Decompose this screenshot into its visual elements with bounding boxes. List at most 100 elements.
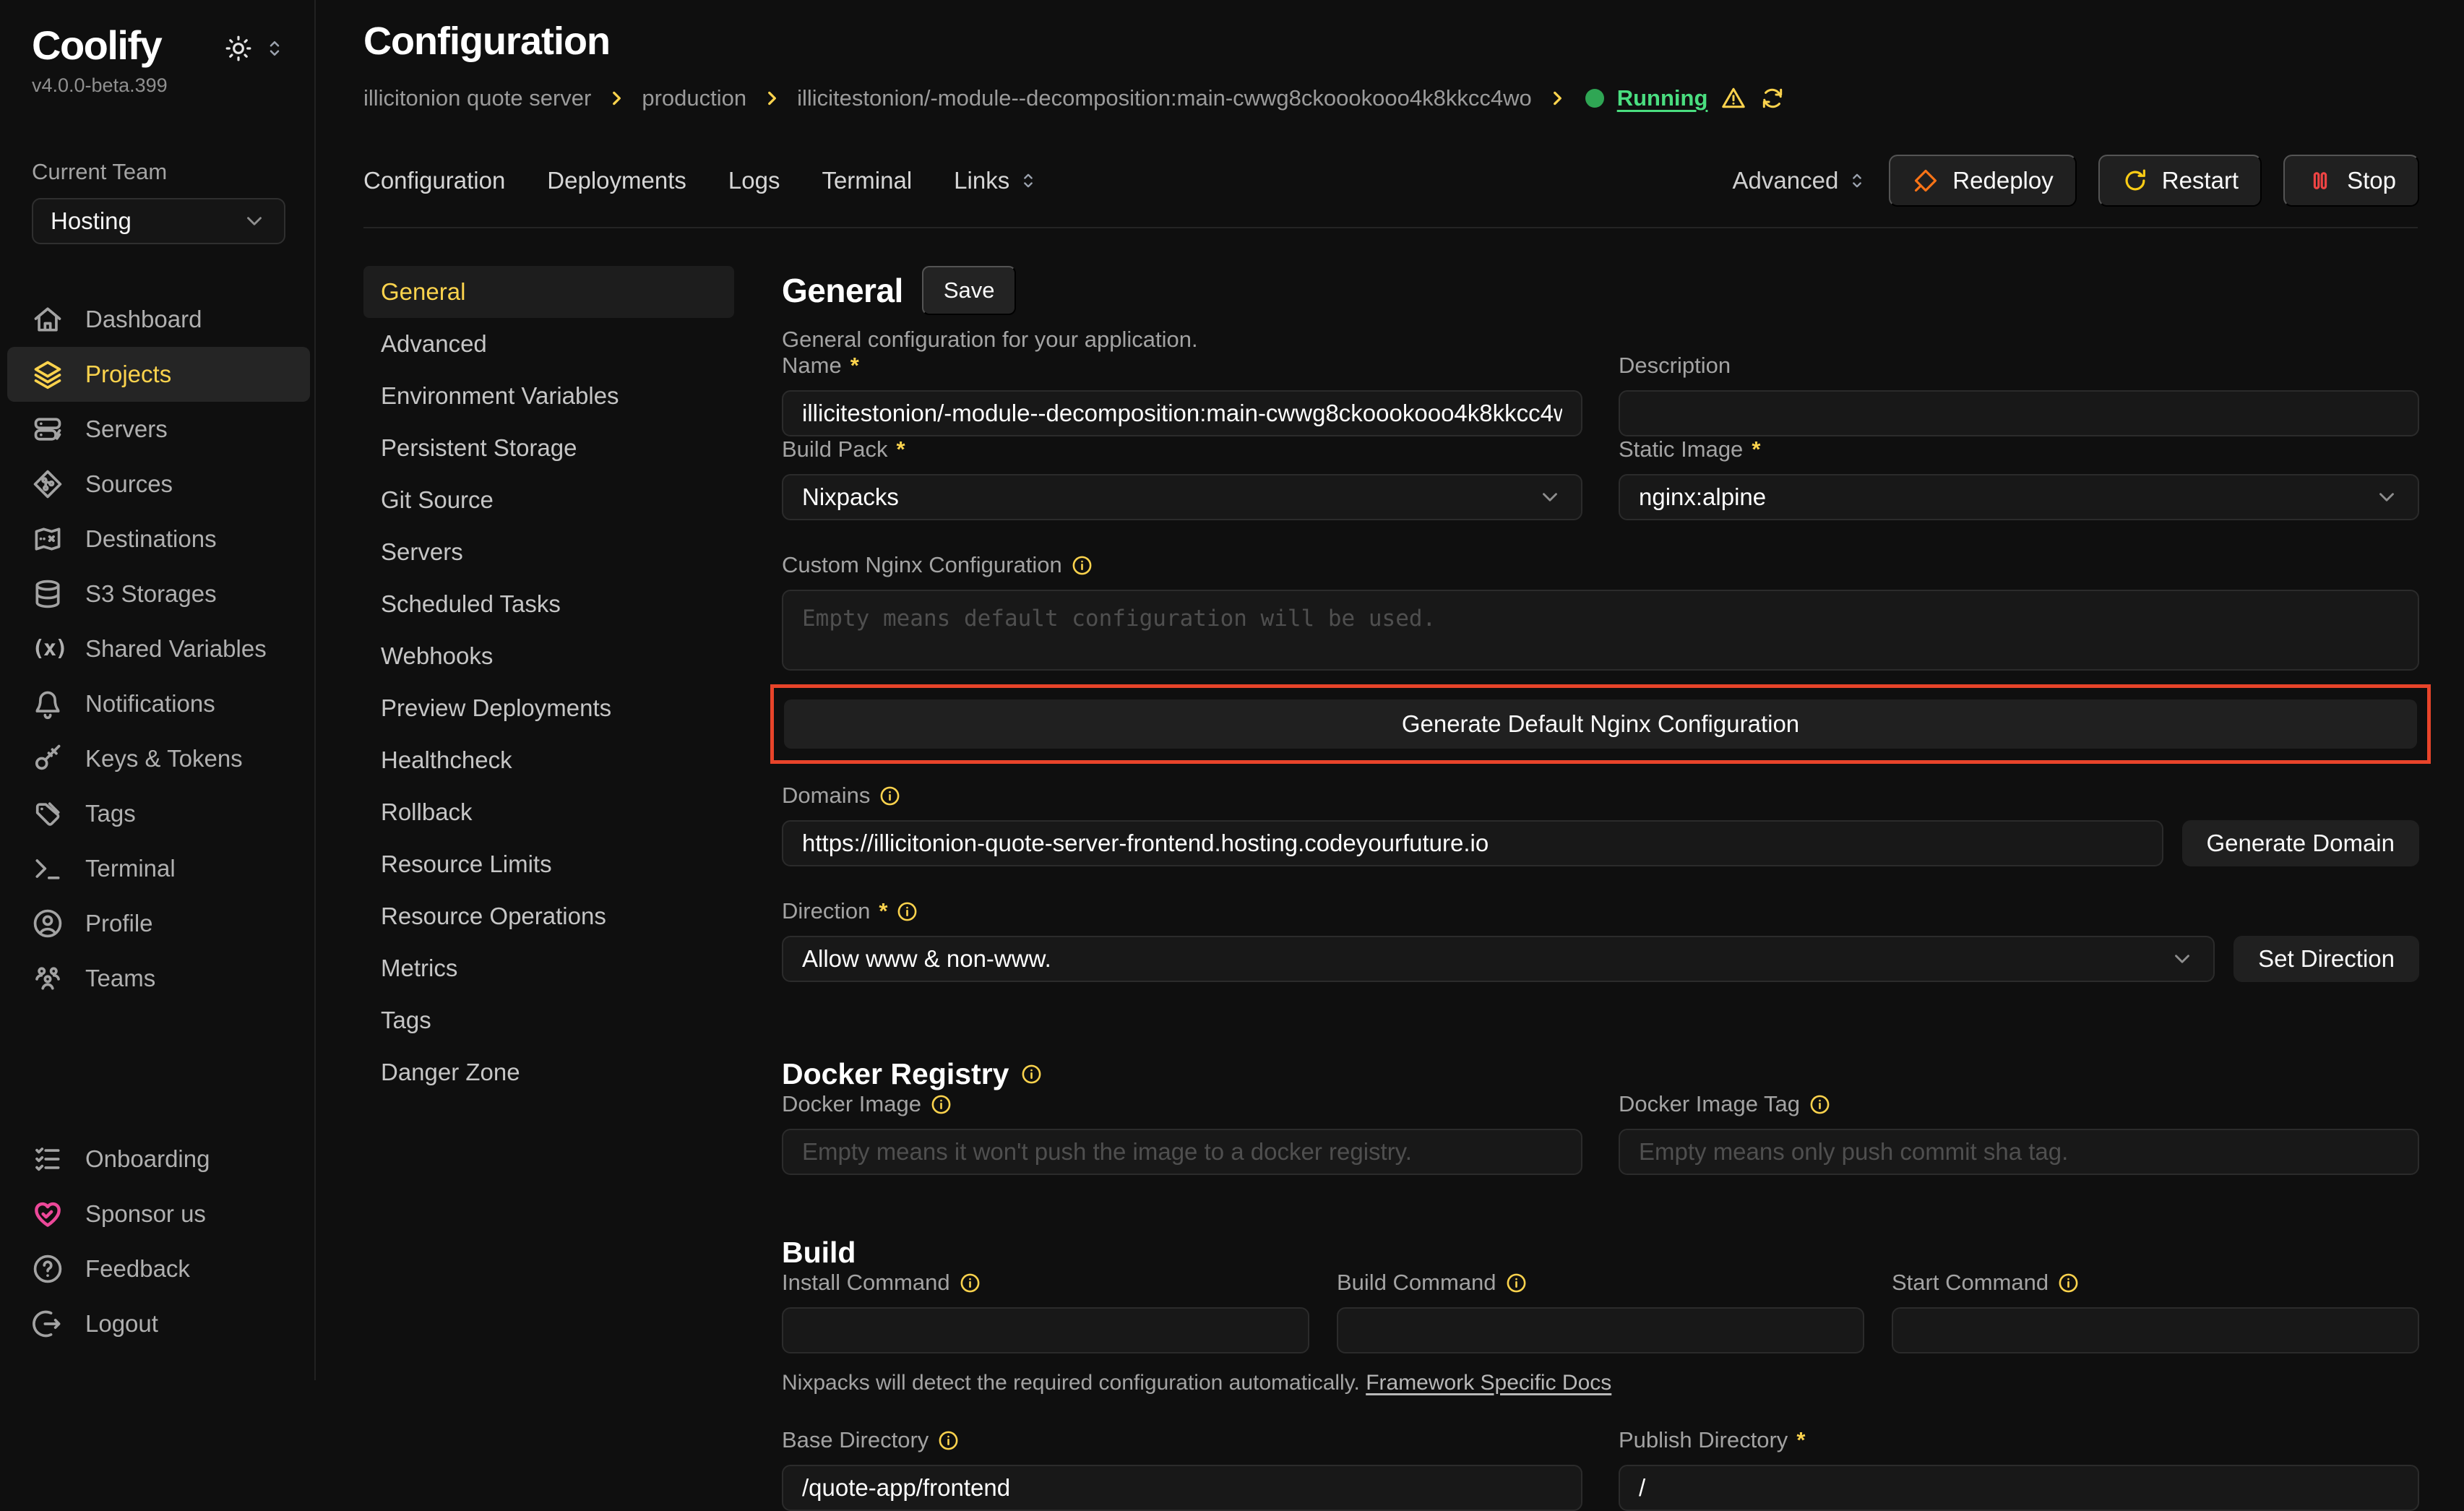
subnav-scheduled-tasks[interactable]: Scheduled Tasks (363, 578, 734, 630)
domains-label: Domains (782, 783, 2419, 809)
sidebar-item-profile[interactable]: Profile (7, 896, 310, 951)
subnav-resource-limits[interactable]: Resource Limits (363, 838, 734, 890)
sidebar-nav: Dashboard Projects Servers Sources Desti… (32, 292, 285, 1006)
info-icon[interactable] (1809, 1093, 1831, 1116)
info-icon[interactable] (1071, 554, 1093, 577)
info-icon[interactable] (930, 1093, 952, 1116)
docker-image-tag-input[interactable] (1619, 1129, 2419, 1175)
sidebar-item-sources[interactable]: Sources (7, 457, 310, 512)
status-running-link[interactable]: Running (1617, 85, 1708, 111)
sidebar-item-destinations[interactable]: Destinations (7, 512, 310, 567)
sidebar-item-keys-tokens[interactable]: Keys & Tokens (7, 731, 310, 786)
tab-deployments[interactable]: Deployments (547, 167, 686, 194)
sidebar-item-servers[interactable]: Servers (7, 402, 310, 457)
subnav-servers[interactable]: Servers (363, 526, 734, 578)
subnav-environment-variables[interactable]: Environment Variables (363, 370, 734, 422)
start-command-label: Start Command (1892, 1270, 2419, 1296)
base-directory-input[interactable] (782, 1465, 1582, 1511)
sidebar-item-projects[interactable]: Projects (7, 347, 310, 402)
refresh-icon[interactable] (1759, 85, 1785, 111)
tabs-row: Configuration Deployments Logs Terminal … (317, 155, 2464, 207)
publish-directory-input[interactable] (1619, 1465, 2419, 1511)
info-icon[interactable] (879, 785, 901, 807)
install-command-input[interactable] (782, 1307, 1309, 1353)
custom-nginx-label: Custom Nginx Configuration (782, 552, 2419, 578)
set-direction-button[interactable]: Set Direction (2233, 936, 2419, 982)
general-subtitle: General configuration for your applicati… (782, 327, 2419, 353)
static-image-select[interactable]: nginx:alpine (1619, 474, 2419, 520)
chevron-right-icon (607, 89, 626, 108)
custom-nginx-textarea[interactable] (782, 590, 2419, 671)
stop-button[interactable]: Stop (2283, 155, 2419, 207)
advanced-dropdown[interactable]: Advanced (1733, 167, 1868, 194)
logout-icon (32, 1308, 64, 1340)
sidebar-item-notifications[interactable]: Notifications (7, 676, 310, 731)
subnav-healthcheck[interactable]: Healthcheck (363, 734, 734, 786)
sidebar-item-terminal[interactable]: Terminal (7, 841, 310, 896)
breadcrumb-environment[interactable]: production (642, 85, 746, 111)
subnav-metrics[interactable]: Metrics (363, 942, 734, 994)
subnav-persistent-storage[interactable]: Persistent Storage (363, 422, 734, 474)
save-button[interactable]: Save (922, 266, 1017, 315)
docker-image-input[interactable] (782, 1129, 1582, 1175)
subnav-tags[interactable]: Tags (363, 994, 734, 1046)
subnav-general[interactable]: General (363, 266, 734, 318)
stop-pause-icon (2306, 167, 2334, 194)
info-icon[interactable] (959, 1272, 981, 1294)
sidebar-item-shared-variables[interactable]: (x) Shared Variables (7, 621, 310, 676)
checklist-icon (32, 1143, 64, 1175)
generate-nginx-config-button[interactable]: Generate Default Nginx Configuration (784, 699, 2417, 749)
chevron-updown-icon (1018, 171, 1038, 191)
heart-hands-icon (32, 1198, 64, 1230)
sidebar-collapse-icon[interactable] (264, 38, 285, 59)
info-icon[interactable] (1505, 1272, 1528, 1294)
sidebar-item-dashboard[interactable]: Dashboard (7, 292, 310, 347)
sidebar-item-feedback[interactable]: Feedback (7, 1241, 310, 1296)
install-command-label: Install Command (782, 1270, 1309, 1296)
info-icon[interactable] (1020, 1063, 1043, 1085)
sidebar-item-s3-storages[interactable]: S3 Storages (7, 567, 310, 621)
docker-image-tag-label: Docker Image Tag (1619, 1091, 2419, 1117)
tab-configuration[interactable]: Configuration (363, 167, 505, 194)
info-icon[interactable] (2057, 1272, 2080, 1294)
sidebar-item-tags[interactable]: Tags (7, 786, 310, 841)
subnav-git-source[interactable]: Git Source (363, 474, 734, 526)
framework-docs-link[interactable]: Framework Specific Docs (1366, 1371, 1611, 1395)
breadcrumb-application[interactable]: illicitestonion/-module--decomposition:m… (797, 85, 1532, 111)
build-pack-select[interactable]: Nixpacks (782, 474, 1582, 520)
key-icon (32, 743, 64, 775)
restart-button[interactable]: Restart (2098, 155, 2262, 207)
subnav-webhooks[interactable]: Webhooks (363, 630, 734, 682)
sidebar-item-sponsor-us[interactable]: Sponsor us (7, 1187, 310, 1241)
sidebar-item-teams[interactable]: Teams (7, 951, 310, 1006)
domains-input[interactable] (782, 820, 2163, 866)
subnav-danger-zone[interactable]: Danger Zone (363, 1046, 734, 1098)
redeploy-button[interactable]: Redeploy (1889, 155, 2076, 207)
subnav-preview-deployments[interactable]: Preview Deployments (363, 682, 734, 734)
subnav-resource-operations[interactable]: Resource Operations (363, 890, 734, 942)
sidebar: Coolify v4.0.0-beta.399 Current Team Hos… (0, 0, 316, 1380)
app-version: v4.0.0-beta.399 (32, 74, 285, 97)
build-command-label: Build Command (1337, 1270, 1864, 1296)
restart-icon (2121, 167, 2149, 194)
subnav-advanced[interactable]: Advanced (363, 318, 734, 370)
subnav-rollback[interactable]: Rollback (363, 786, 734, 838)
name-input[interactable] (782, 390, 1582, 436)
build-command-input[interactable] (1337, 1307, 1864, 1353)
breadcrumb-project[interactable]: illicitonion quote server (363, 85, 591, 111)
description-input[interactable] (1619, 390, 2419, 436)
info-icon[interactable] (937, 1429, 960, 1452)
general-heading: General (782, 271, 903, 310)
generate-domain-button[interactable]: Generate Domain (2182, 820, 2419, 866)
info-icon[interactable] (896, 900, 918, 923)
tab-logs[interactable]: Logs (728, 167, 780, 194)
tab-links[interactable]: Links (954, 167, 1038, 194)
sidebar-item-onboarding[interactable]: Onboarding (7, 1132, 310, 1187)
sidebar-item-logout[interactable]: Logout (7, 1296, 310, 1351)
team-select[interactable]: Hosting (32, 198, 285, 244)
direction-select[interactable]: Allow www & non-www. (782, 936, 2215, 982)
start-command-input[interactable] (1892, 1307, 2419, 1353)
theme-toggle-sun-icon[interactable] (225, 35, 252, 62)
app-logo: Coolify (32, 25, 161, 67)
tab-terminal[interactable]: Terminal (822, 167, 912, 194)
